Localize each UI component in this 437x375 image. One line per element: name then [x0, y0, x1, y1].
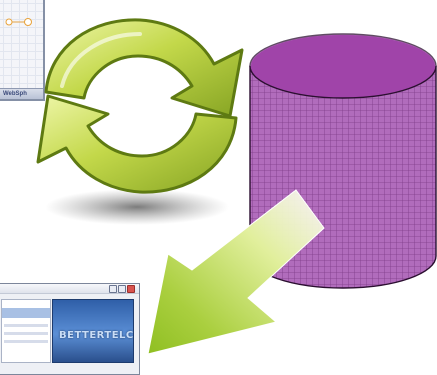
download-arrow-icon	[147, 189, 325, 355]
content-header-bar	[2, 308, 50, 318]
minimize-icon[interactable]	[109, 285, 117, 293]
bottom-app-window: BETTERTELCO	[0, 283, 140, 375]
maximize-icon[interactable]	[118, 285, 126, 293]
brand-banner: BETTERTELCO	[52, 299, 134, 363]
close-icon[interactable]	[127, 285, 135, 293]
brand-logo-text: BETTERTELCO	[59, 330, 134, 341]
title-bar	[0, 284, 139, 294]
content-panel	[1, 299, 51, 363]
content-row	[4, 324, 48, 327]
content-row	[4, 340, 48, 343]
content-row	[4, 332, 48, 335]
